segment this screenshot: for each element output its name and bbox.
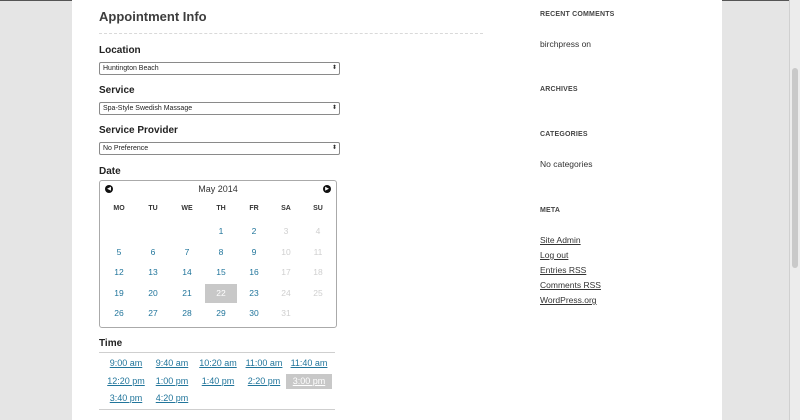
weekday-header: WE [181, 205, 193, 212]
time-top-divider [99, 352, 335, 353]
calendar-day[interactable]: 20 [137, 284, 169, 303]
calendar-day[interactable]: 9 [238, 243, 270, 262]
page-scrollbar[interactable] [789, 0, 800, 420]
calendar-day[interactable]: 19 [103, 284, 135, 303]
weekday-header: SA [281, 205, 291, 212]
calendar-header: ◀ May 2014 ▶ [100, 181, 336, 198]
service-provider-label: Service Provider [99, 125, 178, 136]
calendar-day: 4 [315, 226, 321, 236]
time-slot[interactable]: 11:00 am [241, 356, 287, 371]
calendar-day: 24 [281, 288, 291, 298]
title-divider [99, 33, 483, 34]
time-slot[interactable]: 9:40 am [149, 356, 195, 371]
calendar-day[interactable]: 26 [103, 304, 135, 323]
categories-empty-text: No categories [540, 159, 593, 169]
weekday-header: MO [113, 205, 125, 212]
meta-link-log-out[interactable]: Log out [540, 250, 568, 260]
meta-link-comments-rss[interactable]: Comments RSS [540, 280, 601, 290]
time-slot[interactable]: 10:20 am [195, 356, 241, 371]
calendar-day[interactable]: 13 [137, 263, 169, 282]
calendar-day: 31 [281, 308, 291, 318]
calendar-day[interactable]: 1 [205, 222, 237, 241]
meta-link-wordpress-org[interactable]: WordPress.org [540, 295, 597, 305]
calendar-day[interactable]: 23 [238, 284, 270, 303]
weekday-header: TU [148, 205, 158, 212]
calendar-day[interactable]: 15 [205, 263, 237, 282]
calendar-day[interactable]: 28 [171, 304, 203, 323]
time-slot[interactable]: 2:20 pm [241, 374, 287, 389]
calendar-day[interactable]: 30 [238, 304, 270, 323]
time-slot[interactable]: 9:00 am [103, 356, 149, 371]
date-label: Date [99, 166, 121, 177]
service-select[interactable]: Spa-Style Swedish Massage ⬍ [99, 102, 340, 115]
calendar-day: 11 [313, 247, 323, 257]
up-down-arrows-icon: ⬍ [331, 105, 337, 111]
location-select[interactable]: Huntington Beach ⬍ [99, 62, 340, 75]
time-bottom-divider [99, 409, 335, 410]
next-month-button[interactable]: ▶ [323, 185, 331, 193]
time-slot-selected[interactable]: 3:00 pm [286, 374, 332, 389]
calendar-day[interactable]: 6 [137, 243, 169, 262]
categories-title: CATEGORIES [540, 131, 588, 138]
calendar-day: 25 [313, 288, 323, 298]
meta-title: META [540, 207, 561, 214]
weekday-header: FR [249, 205, 259, 212]
calendar-day[interactable]: 12 [103, 263, 135, 282]
service-select-value: Spa-Style Swedish Massage [103, 105, 193, 112]
time-slot[interactable]: 1:00 pm [149, 374, 195, 389]
meta-link-site-admin[interactable]: Site Admin [540, 235, 581, 245]
up-down-arrows-icon: ⬍ [331, 65, 337, 71]
calendar-month-title: May 2014 [198, 184, 238, 194]
time-slot[interactable]: 11:40 am [286, 356, 332, 371]
calendar-day[interactable]: 2 [238, 222, 270, 241]
service-label: Service [99, 85, 135, 96]
calendar-day[interactable]: 16 [238, 263, 270, 282]
weekday-header: SU [313, 205, 323, 212]
calendar-day[interactable]: 14 [171, 263, 203, 282]
calendar-day[interactable]: 27 [137, 304, 169, 323]
calendar-day-selected[interactable]: 22 [205, 284, 237, 303]
time-slot[interactable]: 12:20 pm [103, 374, 149, 389]
calendar-day: 3 [283, 226, 289, 236]
up-down-arrows-icon: ⬍ [331, 145, 337, 151]
time-slot[interactable]: 4:20 pm [149, 391, 195, 406]
calendar-day[interactable]: 21 [171, 284, 203, 303]
recent-comments-title: RECENT COMMENTS [540, 11, 615, 18]
weekday-header: TH [216, 205, 226, 212]
calendar-day[interactable]: 7 [171, 243, 203, 262]
calendar-day[interactable]: 29 [205, 304, 237, 323]
service-provider-select-value: No Preference [103, 145, 149, 152]
chevron-right-icon: ▶ [325, 186, 329, 192]
meta-link-entries-rss[interactable]: Entries RSS [540, 265, 586, 275]
service-provider-select[interactable]: No Preference ⬍ [99, 142, 340, 155]
recent-comment-item: birchpress on [540, 39, 592, 49]
time-slot[interactable]: 1:40 pm [195, 374, 241, 389]
date-picker: ◀ May 2014 ▶ MO TU WE TH FR SA SU 1 2 3 4 5 6 7 8 9 10 11… [99, 180, 337, 328]
section-title: Appointment Info [99, 9, 207, 24]
time-slot[interactable]: 3:40 pm [103, 391, 149, 406]
calendar-day[interactable]: 8 [205, 243, 237, 262]
location-label: Location [99, 45, 141, 56]
scrollbar-thumb[interactable] [792, 68, 798, 268]
calendar-day: 17 [281, 267, 291, 277]
time-label: Time [99, 338, 123, 349]
location-select-value: Huntington Beach [103, 65, 159, 72]
archives-title: ARCHIVES [540, 86, 578, 93]
calendar-day: 10 [281, 247, 291, 257]
calendar-day[interactable]: 5 [103, 243, 135, 262]
calendar-day: 18 [313, 267, 323, 277]
